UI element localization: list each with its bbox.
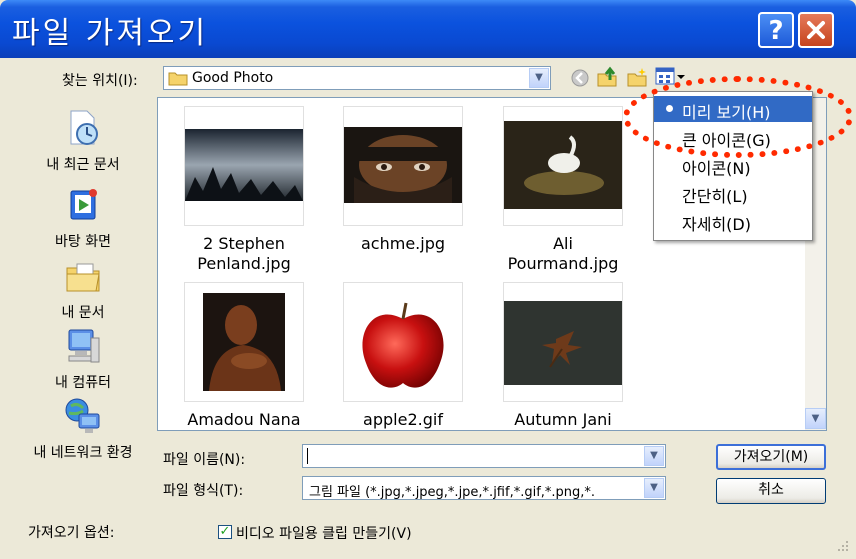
- file-thumbnail-1[interactable]: [184, 106, 304, 226]
- place-my-documents[interactable]: 내 문서: [19, 256, 147, 322]
- file-name-2[interactable]: achme.jpg: [323, 234, 483, 254]
- folder-icon: [168, 72, 188, 86]
- back-icon[interactable]: [570, 68, 590, 88]
- place-label-my-documents: 내 문서: [61, 305, 105, 321]
- places-bar: 내 최근 문서 바탕 화면 내 문서 내 컴퓨터 내 네트워크 환경: [19, 98, 147, 470]
- title-bar[interactable]: 파일 가져오기 ?: [0, 0, 856, 58]
- place-my-computer[interactable]: 내 컴퓨터: [19, 326, 147, 392]
- checkmark-icon: ✓: [219, 524, 231, 539]
- photo-thumbnail: [185, 129, 303, 201]
- file-thumbnail-4[interactable]: [184, 282, 304, 402]
- lookin-value: Good Photo: [192, 70, 274, 86]
- file-name-4[interactable]: Amadou Nana: [164, 410, 324, 430]
- close-button[interactable]: [798, 12, 834, 48]
- file-thumbnail-6[interactable]: [503, 282, 623, 402]
- filename-label: 파일 이름(N):: [163, 452, 246, 468]
- file-name-5[interactable]: apple2.gif: [323, 410, 483, 430]
- up-folder-icon[interactable]: [596, 66, 618, 88]
- close-icon: [807, 21, 825, 39]
- new-folder-icon[interactable]: [626, 66, 648, 88]
- filetype-dropdown-button[interactable]: ▼: [644, 478, 664, 498]
- my-computer-icon: [68, 329, 100, 363]
- photo-thumbnail: [344, 127, 462, 203]
- photo-thumbnail: [504, 301, 622, 385]
- resize-grip-icon[interactable]: [834, 537, 850, 553]
- place-my-network[interactable]: 내 네트워크 환경: [19, 396, 147, 462]
- file-thumbnail-2[interactable]: [343, 106, 463, 226]
- place-label-my-computer: 내 컴퓨터: [55, 375, 111, 391]
- my-documents-icon: [66, 263, 100, 292]
- place-label-my-network: 내 네트워크 환경: [33, 445, 133, 461]
- place-label-recent: 내 최근 문서: [46, 157, 120, 173]
- help-button[interactable]: ?: [758, 12, 794, 48]
- menu-item-list[interactable]: 간단히(L): [654, 180, 812, 206]
- filename-field[interactable]: ▼: [302, 444, 666, 468]
- cancel-button[interactable]: 취소: [716, 478, 826, 504]
- photo-thumbnail: [504, 121, 622, 209]
- lookin-combo[interactable]: Good Photo ▼: [163, 66, 551, 90]
- photo-thumbnail: [362, 302, 444, 388]
- text-cursor: [307, 448, 308, 464]
- highlight-annotation: [623, 76, 853, 158]
- file-name-3[interactable]: Ali Pourmand.jpg: [483, 234, 643, 274]
- import-options-label: 가져오기 옵션:: [28, 525, 115, 541]
- place-desktop[interactable]: 바탕 화면: [19, 185, 147, 251]
- place-recent-documents[interactable]: 내 최근 문서: [19, 108, 147, 174]
- filetype-label: 파일 형식(T):: [163, 483, 244, 499]
- desktop-icon: [70, 189, 97, 220]
- file-name-1[interactable]: 2 Stephen Penland.jpg: [164, 234, 324, 274]
- filetype-select[interactable]: 그림 파일 (*.jpg,*.jpeg,*.jpe,*.jfif,*.gif,*…: [302, 476, 666, 500]
- window-title: 파일 가져오기: [12, 16, 209, 51]
- recent-documents-icon: [70, 110, 98, 145]
- lookin-label: 찾는 위치(I):: [62, 73, 138, 89]
- photo-thumbnail: [203, 293, 285, 391]
- chevron-down-icon: ▼: [811, 413, 820, 424]
- my-network-icon: [65, 398, 100, 433]
- filename-dropdown-button[interactable]: ▼: [644, 446, 664, 466]
- file-thumbnail-3[interactable]: [503, 106, 623, 226]
- create-clips-checkbox[interactable]: ✓: [218, 525, 232, 539]
- import-button[interactable]: 가져오기(M): [716, 444, 826, 470]
- create-clips-label[interactable]: 비디오 파일용 클립 만들기(V): [236, 523, 412, 543]
- lookin-dropdown-button[interactable]: ▼: [529, 68, 549, 88]
- scroll-down-button[interactable]: ▼: [805, 408, 826, 429]
- file-name-6[interactable]: Autumn Jani: [483, 410, 643, 430]
- menu-item-details[interactable]: 자세히(D): [654, 208, 812, 234]
- file-import-dialog: 파일 가져오기 ? 찾는 위치(I): Good Photo ▼ 내 최근 문서…: [0, 0, 856, 559]
- place-label-desktop: 바탕 화면: [55, 234, 111, 250]
- file-thumbnail-5[interactable]: [343, 282, 463, 402]
